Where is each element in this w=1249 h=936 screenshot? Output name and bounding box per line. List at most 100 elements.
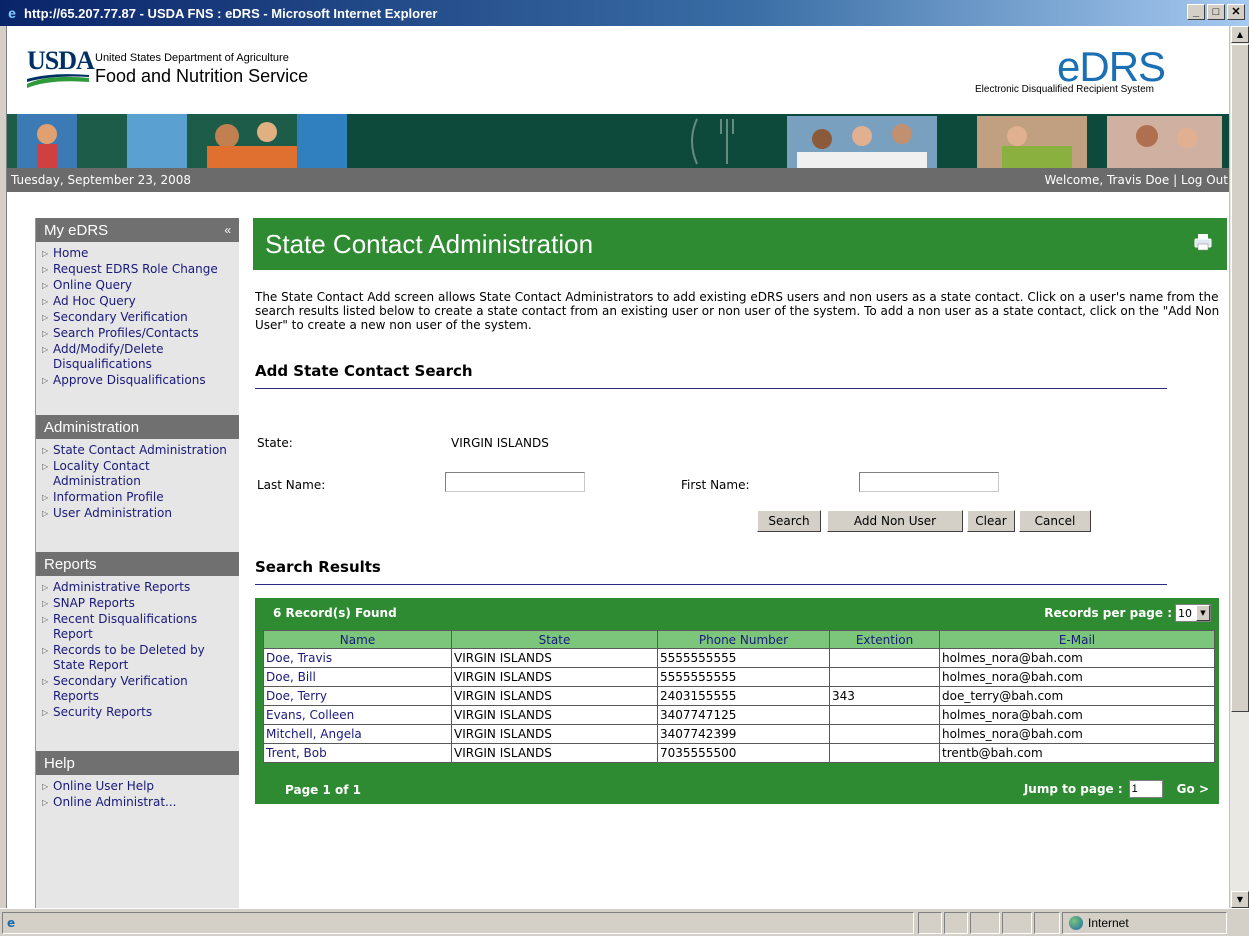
table-cell: 5555555555 <box>657 667 830 687</box>
sidebar-item-online-admin-help[interactable]: Online Administrat... <box>42 795 235 810</box>
table-cell: holmes_nora@bah.com <box>939 705 1215 725</box>
collapse-sidebar-icon[interactable]: « <box>224 223 231 237</box>
contact-name-link[interactable]: Trent, Bob <box>263 743 452 763</box>
contact-name-link[interactable]: Evans, Colleen <box>263 705 452 725</box>
globe-icon <box>1069 916 1083 930</box>
sidebar-section-title: Administration <box>44 418 140 436</box>
sidebar-item-secondary-verification[interactable]: Secondary Verification <box>42 310 235 325</box>
status-main: e <box>2 912 914 934</box>
sidebar-item-records-to-delete[interactable]: Records to be Deleted by State Report <box>42 643 235 673</box>
first-name-input[interactable] <box>859 472 999 492</box>
column-header[interactable]: Extention <box>829 630 940 649</box>
scroll-down-icon[interactable]: ▼ <box>1231 891 1249 908</box>
sidebar-item-snap-reports[interactable]: SNAP Reports <box>42 596 235 611</box>
status-bar: e Internet <box>0 908 1249 936</box>
table-row: Evans, Colleen VIRGIN ISLANDS 3407747125… <box>263 705 1215 725</box>
status-cell <box>1034 912 1060 934</box>
page-title-bar: State Contact Administration <box>253 218 1227 270</box>
page-title: State Contact Administration <box>265 228 594 259</box>
maximize-button[interactable]: □ <box>1207 4 1225 20</box>
table-cell: VIRGIN ISLANDS <box>451 705 658 725</box>
section-divider <box>255 388 1167 389</box>
contact-name-link[interactable]: Mitchell, Angela <box>263 724 452 744</box>
records-per-page-value: 10 <box>1178 606 1192 620</box>
results-footer: Page 1 of 1 Jump to page : Go > <box>255 776 1219 804</box>
search-section-title: Add State Contact Search <box>255 362 473 380</box>
contact-name-link[interactable]: Doe, Terry <box>263 686 452 706</box>
page-info: Page 1 of 1 <box>285 783 361 797</box>
sidebar-item-online-query[interactable]: Online Query <box>42 278 235 293</box>
usda-logo[interactable]: USDA <box>27 46 95 76</box>
table-cell: holmes_nora@bah.com <box>939 648 1215 668</box>
record-count: 6 Record(s) Found <box>273 606 397 620</box>
go-button[interactable]: Go > <box>1177 782 1209 796</box>
contact-name-link[interactable]: Doe, Bill <box>263 667 452 687</box>
close-button[interactable]: ✕ <box>1227 4 1245 20</box>
sidebar-item-add-modify-delete[interactable]: Add/Modify/Delete Disqualifications <box>42 342 235 372</box>
sidebar-item-approve[interactable]: Approve Disqualifications <box>42 373 235 388</box>
scroll-up-icon[interactable]: ▲ <box>1231 26 1249 43</box>
welcome-area: Welcome, Travis Doe | Log Out <box>1044 173 1228 187</box>
sidebar-item-user-administration[interactable]: User Administration <box>42 506 235 521</box>
table-cell: 2403155555 <box>657 686 830 706</box>
security-zone: Internet <box>1062 912 1227 934</box>
table-row: Doe, Bill VIRGIN ISLANDS 5555555555 holm… <box>263 667 1215 687</box>
contact-name-link[interactable]: Doe, Travis <box>263 648 452 668</box>
sidebar-item-recent-disqualifications[interactable]: Recent Disqualifications Report <box>42 612 235 642</box>
table-cell: 343 <box>829 686 940 706</box>
table-cell: 7035555500 <box>657 743 830 763</box>
window-titlebar: e http://65.207.77.87 - USDA FNS : eDRS … <box>0 0 1249 26</box>
ie-icon: e <box>8 5 16 21</box>
table-cell: trentb@bah.com <box>939 743 1215 763</box>
column-header[interactable]: State <box>451 630 658 649</box>
cancel-button[interactable]: Cancel <box>1019 510 1091 532</box>
last-name-label: Last Name: <box>257 478 326 492</box>
photo-kids-icon <box>7 114 347 168</box>
sidebar-item-state-contact[interactable]: State Contact Administration <box>42 443 235 458</box>
records-per-page-select[interactable]: 10 ▼ <box>1175 604 1211 622</box>
sidebar-item-security-reports[interactable]: Security Reports <box>42 705 235 720</box>
last-name-input[interactable] <box>445 472 585 492</box>
table-cell <box>829 667 940 687</box>
status-cell <box>918 912 942 934</box>
print-icon[interactable] <box>1193 232 1213 252</box>
clear-button[interactable]: Clear <box>967 510 1015 532</box>
header-photo-strip <box>7 114 1229 168</box>
sidebar-section-reports: Reports <box>36 552 239 576</box>
sidebar-item-administrative-reports[interactable]: Administrative Reports <box>42 580 235 595</box>
date-bar: Tuesday, September 23, 2008 Welcome, Tra… <box>7 168 1229 192</box>
sidebar-item-home[interactable]: Home <box>42 246 235 261</box>
sidebar-item-search-profiles[interactable]: Search Profiles/Contacts <box>42 326 235 341</box>
add-non-user-button[interactable]: Add Non User <box>827 510 963 532</box>
table-row: Mitchell, Angela VIRGIN ISLANDS 34077423… <box>263 724 1215 744</box>
column-header[interactable]: E-Mail <box>939 630 1215 649</box>
edrs-subtitle: Electronic Disqualified Recipient System <box>975 84 1154 95</box>
window-title: http://65.207.77.87 - USDA FNS : eDRS - … <box>24 5 438 21</box>
sidebar-section-my-edrs: My eDRS « <box>36 218 239 242</box>
table-cell <box>829 724 940 744</box>
scrollbar-thumb[interactable] <box>1231 44 1249 712</box>
sidebar: My eDRS « Home Request EDRS Role Change … <box>35 218 239 908</box>
vertical-scrollbar[interactable]: ▲ ▼ <box>1229 26 1249 908</box>
sidebar-item-online-user-help[interactable]: Online User Help <box>42 779 235 794</box>
chevron-down-icon: ▼ <box>1196 605 1210 621</box>
results-table: Name State Phone Number Extention E-Mail… <box>263 630 1215 763</box>
table-cell: VIRGIN ISLANDS <box>451 686 658 706</box>
column-header[interactable]: Phone Number <box>657 630 830 649</box>
status-cell <box>970 912 1000 934</box>
sidebar-item-locality-contact[interactable]: Locality Contact Administration <box>42 459 235 489</box>
sidebar-item-secondary-verification-reports[interactable]: Secondary Verification Reports <box>42 674 235 704</box>
table-cell <box>829 705 940 725</box>
column-header[interactable]: Name <box>263 630 452 649</box>
current-date: Tuesday, September 23, 2008 <box>11 173 192 187</box>
search-button[interactable]: Search <box>757 510 821 532</box>
sidebar-item-request-role[interactable]: Request EDRS Role Change <box>42 262 235 277</box>
jump-to-page-input[interactable] <box>1128 780 1163 798</box>
sidebar-item-ad-hoc-query[interactable]: Ad Hoc Query <box>42 294 235 309</box>
state-label: State: <box>257 436 293 450</box>
department-name: United States Department of Agriculture <box>95 52 289 64</box>
logout-link[interactable]: Log Out <box>1181 173 1228 187</box>
sidebar-item-information-profile[interactable]: Information Profile <box>42 490 235 505</box>
site-header: USDA United States Department of Agricul… <box>7 26 1229 114</box>
minimize-button[interactable]: _ <box>1187 4 1205 20</box>
